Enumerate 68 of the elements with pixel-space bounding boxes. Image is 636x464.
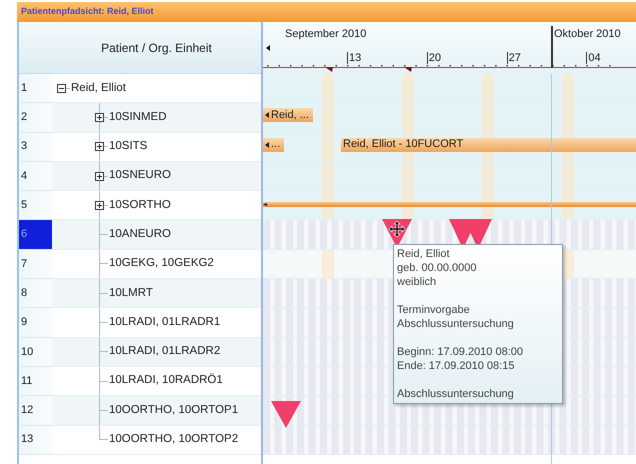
row-number[interactable]: 5 — [19, 191, 52, 220]
scroll-left-icon[interactable] — [266, 45, 270, 51]
row-number[interactable]: 4 — [19, 162, 52, 192]
day-label: 13 — [347, 52, 362, 64]
weekend-shading — [402, 103, 414, 132]
tree-item[interactable]: 10SINMED — [109, 108, 167, 126]
tree-item[interactable]: 10LRADI, 01LRADR1 — [109, 314, 220, 332]
row-number[interactable]: 11 — [19, 366, 52, 396]
row-number[interactable]: 13 — [19, 426, 52, 455]
weekend-shading — [402, 74, 414, 102]
expander-icon[interactable] — [95, 142, 104, 152]
tree-item[interactable]: Reid, Elliot — [71, 80, 126, 97]
tooltip-text: geb. 00.00.0000 — [397, 260, 478, 275]
move-cursor-icon — [389, 220, 405, 236]
row-number[interactable]: 6 — [19, 220, 52, 250]
weekend-shading — [322, 250, 334, 278]
tooltip-text: weiblich — [397, 274, 438, 289]
row-number[interactable]: 9 — [19, 308, 52, 338]
left-arrow-icon — [265, 112, 269, 118]
header-cell — [19, 22, 52, 74]
row-number[interactable]: 1 — [19, 74, 52, 104]
tooltip-text: Abschlussuntersuchung — [397, 316, 515, 331]
tree-item[interactable]: 10SITS — [109, 138, 148, 156]
month-label: September 2010 — [285, 27, 366, 42]
row-number[interactable]: 3 — [19, 132, 52, 162]
weekend-shading — [322, 74, 334, 102]
weekend-shading — [562, 162, 574, 190]
tree-item[interactable]: 10SORTHO — [109, 196, 171, 214]
weekend-shading — [482, 162, 494, 190]
window-title: Patientenpfadsicht: Reid, Elliot — [21, 5, 154, 18]
tree-item[interactable]: 10GEKG, 10GEKG2 — [109, 255, 214, 273]
tooltip-text: Terminvorgabe — [397, 302, 471, 317]
row-number[interactable]: 12 — [19, 396, 52, 426]
expander-icon[interactable] — [95, 172, 104, 181]
day-label: 04 — [586, 52, 601, 64]
day-label: 20 — [426, 52, 442, 64]
left-arrow-icon — [263, 203, 267, 206]
tree-item[interactable]: 10ANEURO — [109, 226, 171, 244]
expander-icon[interactable] — [95, 200, 104, 210]
tooltip-text: Beginn: 17.09.2010 08:00 — [397, 344, 524, 359]
tree-item[interactable]: 10OORTHO, 10ORTOP2 — [109, 431, 238, 448]
row-number[interactable]: 2 — [19, 103, 52, 133]
weekend-shading — [482, 74, 494, 102]
column-header[interactable]: Patient / Org. Einheit — [52, 22, 261, 74]
expander-icon[interactable] — [57, 84, 66, 93]
day-label: 27 — [506, 52, 521, 64]
tooltip-text: Ende: 17.09.2010 08:15 — [397, 358, 516, 373]
weekend-shading — [322, 132, 334, 161]
weekend-shading — [562, 103, 574, 132]
row-number[interactable]: 7 — [19, 250, 52, 280]
schedule-bar[interactable]: Reid, ... — [263, 108, 313, 122]
tree-item[interactable]: 10LMRT — [109, 284, 153, 302]
weekend-shading — [322, 162, 334, 190]
tree-item[interactable]: 10SNEURO — [109, 167, 171, 185]
weekend-shading — [482, 103, 494, 132]
schedule-bar[interactable]: ... — [263, 138, 284, 152]
tooltip-text: Reid, Elliot — [397, 246, 451, 261]
weekend-shading — [562, 74, 574, 102]
tooltip-text: Abschlussuntersuchung — [397, 386, 515, 401]
row-number[interactable]: 10 — [19, 338, 52, 367]
row-number[interactable]: 8 — [19, 279, 52, 308]
schedule-bar[interactable]: Reid, Elliot - 10FUCORT — [341, 138, 636, 152]
tree-item[interactable]: 10LRADI, 10RADRÖ1 — [109, 372, 223, 390]
weekend-shading — [322, 103, 334, 132]
appointment-marker-icon[interactable] — [271, 401, 301, 428]
left-arrow-icon — [265, 142, 269, 148]
weekend-shading — [402, 162, 414, 190]
expander-icon[interactable] — [95, 112, 104, 122]
